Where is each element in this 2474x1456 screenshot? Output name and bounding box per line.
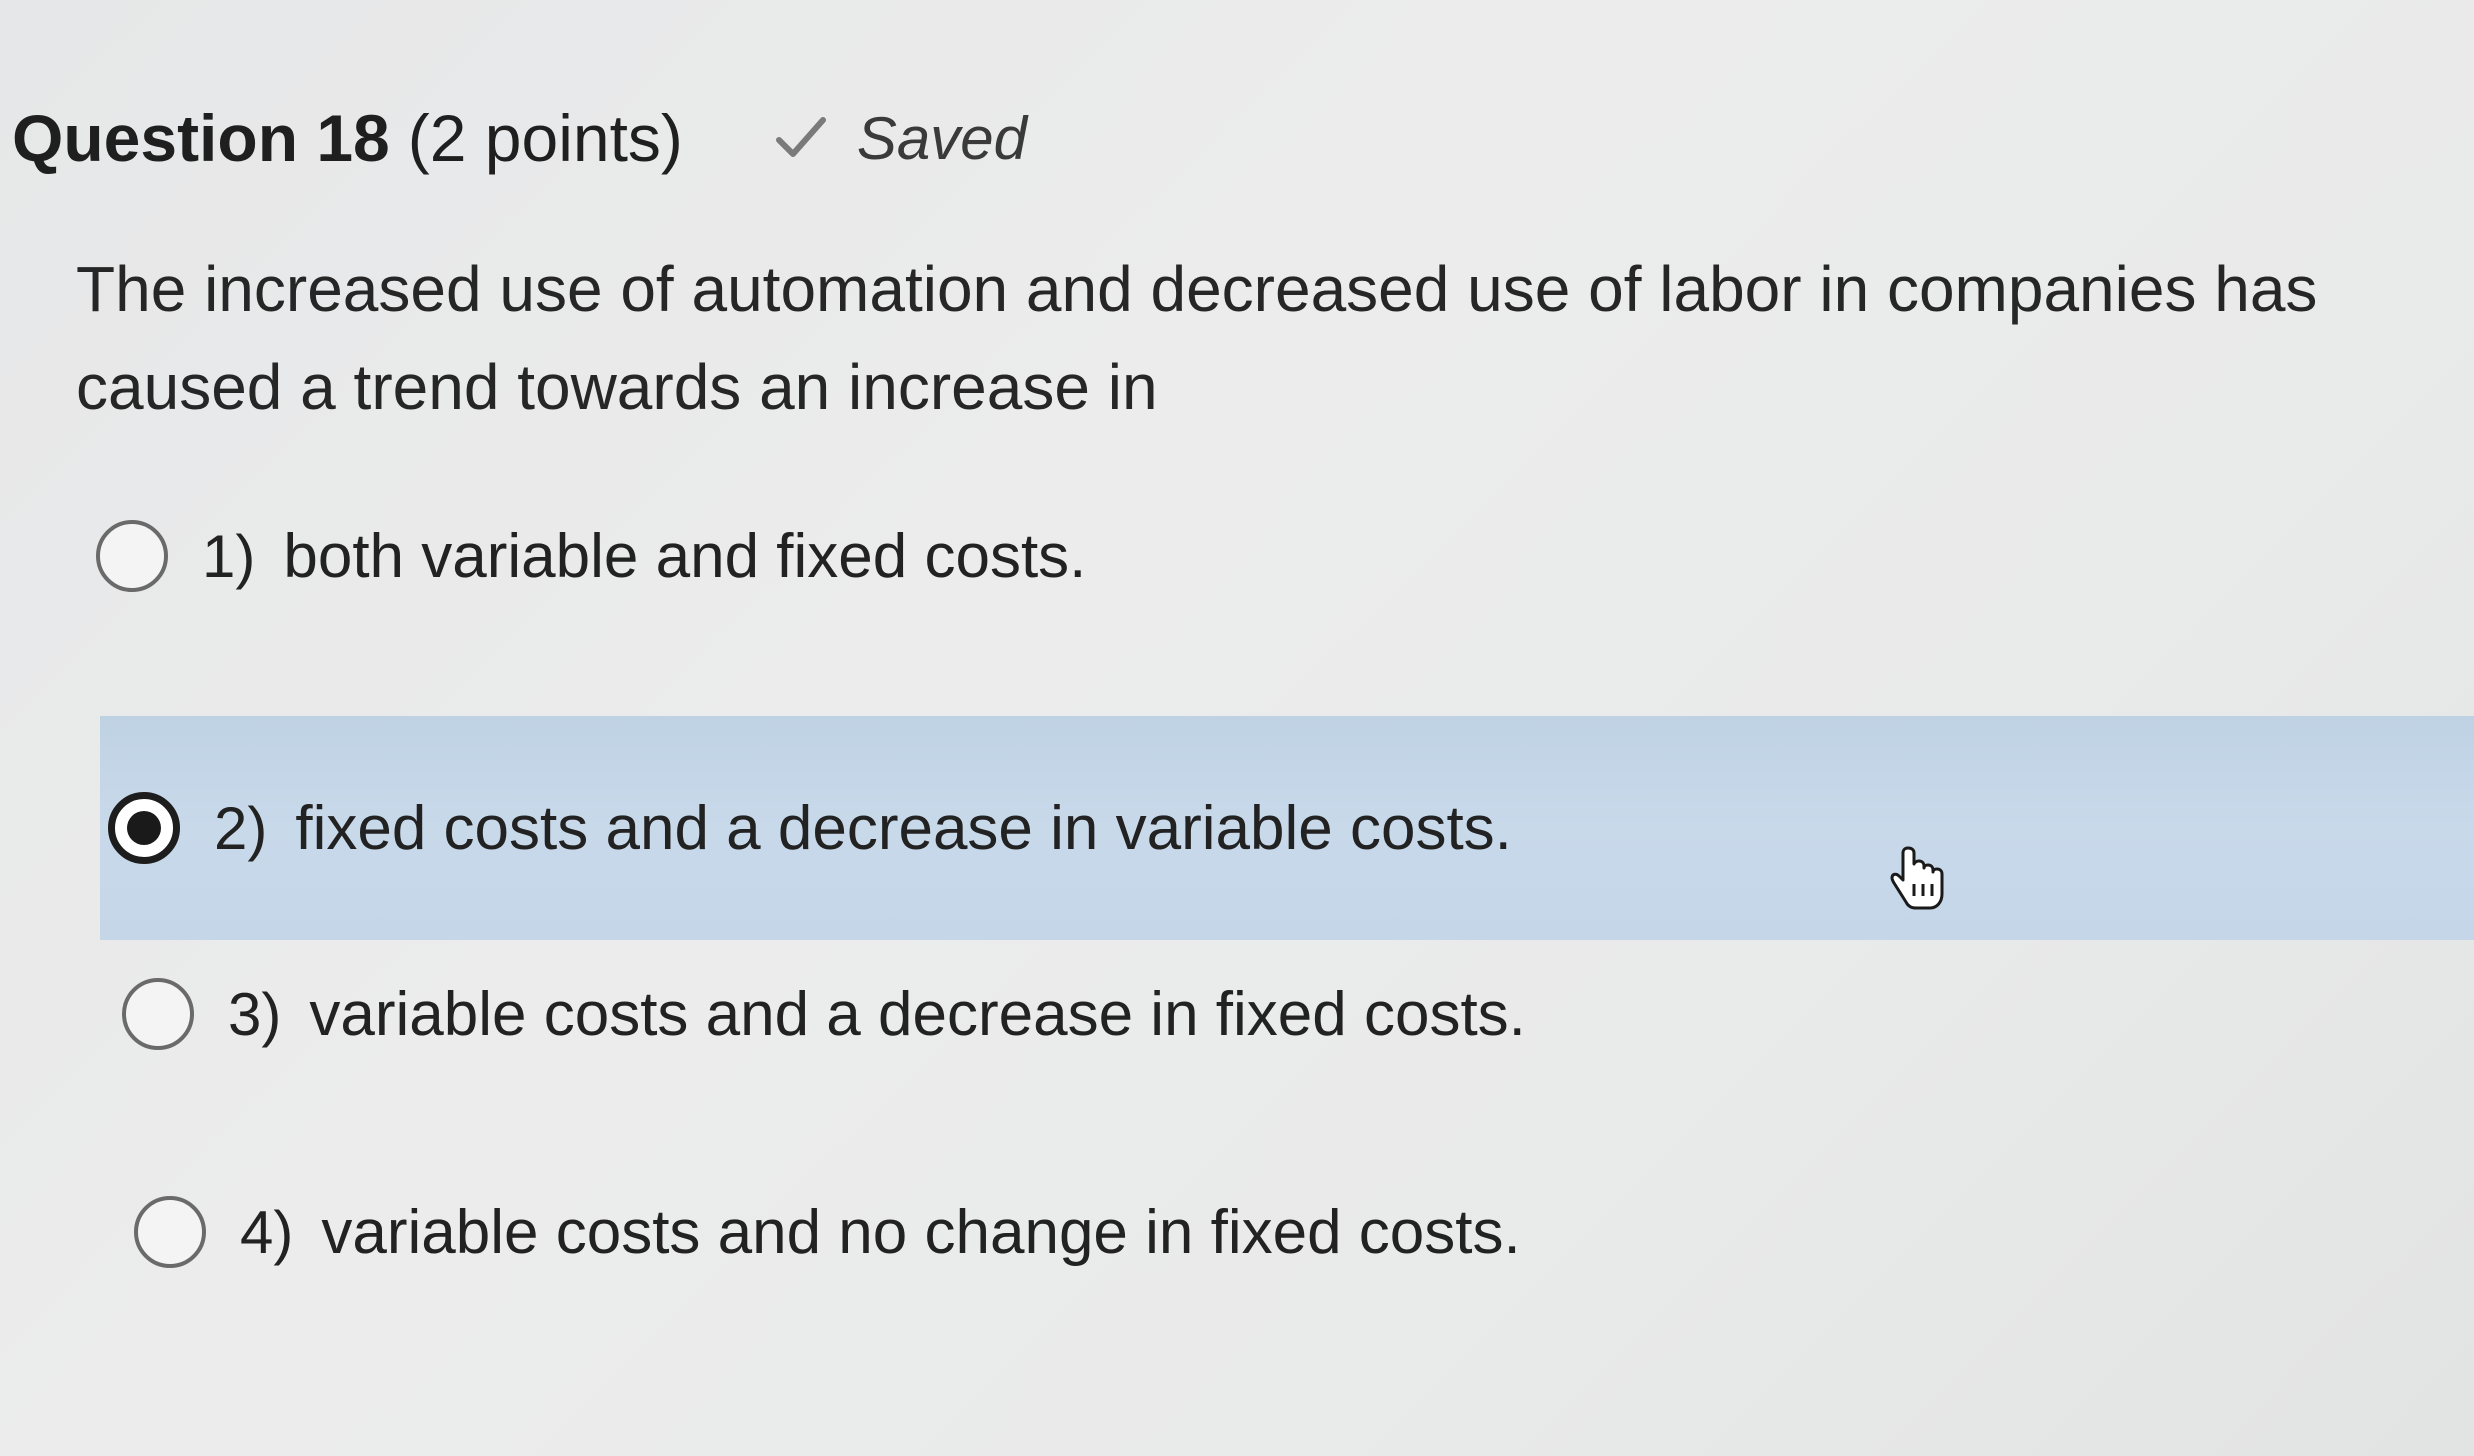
option-label: variable costs and no change in fixed co… xyxy=(321,1197,1521,1267)
radio-button-option-3[interactable] xyxy=(122,978,194,1050)
option-number: 3) xyxy=(228,980,282,1048)
answer-option-4[interactable]: 4) variable costs and no change in fixed… xyxy=(134,1196,1521,1268)
question-title: Question 18 xyxy=(12,101,390,175)
option-label: both variable and fixed costs. xyxy=(283,521,1087,591)
question-points: (2 points) xyxy=(407,101,683,175)
saved-label: Saved xyxy=(856,104,1028,172)
radio-button-option-1[interactable] xyxy=(96,520,168,592)
option-label: variable costs and a decrease in fixed c… xyxy=(309,979,1526,1049)
quiz-page: Question 18 (2 points) Saved The increas… xyxy=(0,0,2474,1456)
option-number: 1) xyxy=(202,522,256,590)
radio-button-option-4[interactable] xyxy=(134,1196,206,1268)
checkmark-icon xyxy=(773,110,829,166)
saved-status: Saved xyxy=(773,104,1027,173)
question-header: Question 18 (2 points) Saved xyxy=(12,100,1027,176)
option-number: 2) xyxy=(214,794,268,862)
question-text: The increased use of automation and decr… xyxy=(76,253,2318,423)
answer-option-1[interactable]: 1) both variable and fixed costs. xyxy=(96,520,1086,592)
answer-option-2[interactable]: 2) fixed costs and a decrease in variabl… xyxy=(100,716,2474,940)
hand-pointer-icon xyxy=(1890,844,1946,912)
option-number: 4) xyxy=(240,1198,294,1266)
radio-button-option-2[interactable] xyxy=(108,792,180,864)
radio-selected-dot xyxy=(127,811,161,845)
option-label: fixed costs and a decrease in variable c… xyxy=(295,793,1512,863)
answer-option-3[interactable]: 3) variable costs and a decrease in fixe… xyxy=(122,978,1526,1050)
